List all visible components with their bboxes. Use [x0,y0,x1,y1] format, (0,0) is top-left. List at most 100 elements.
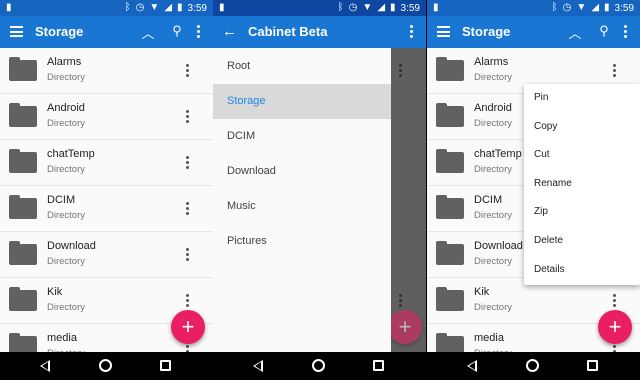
home-icon[interactable] [99,359,112,372]
folder-icon [436,241,464,265]
status-bar: ▮ ᛒ ◷ ▼ ◢ ▮ 3:59 [0,0,213,16]
nav-bar [213,352,426,380]
home-icon[interactable] [526,359,539,372]
item-name: Android [47,102,85,114]
item-name: media [47,332,77,344]
app-bar: Storage ︿ ⚲ [0,16,213,48]
home-icon[interactable] [312,359,325,372]
menu-item-pin[interactable]: Pin [524,84,640,113]
folder-icon [9,103,37,127]
item-type: Directory [474,164,513,175]
bluetooth-icon: ᛒ [551,2,558,13]
sim-icon: ▮ [219,2,225,13]
overflow-menu-icon[interactable] [196,25,200,40]
bluetooth-icon: ᛒ [337,2,344,13]
menu-item-copy[interactable]: Copy [524,113,640,142]
list-item[interactable]: Download Directory [0,232,213,278]
item-name: Kik [474,286,490,298]
wifi-icon: ▼ [576,2,587,13]
item-type: Directory [474,256,513,267]
file-list: Alarms Directory Android Directory chatTemp D… [0,48,213,352]
back-icon[interactable] [253,360,263,372]
item-type: Directory [47,302,86,313]
add-fab-button[interactable]: + [171,310,205,344]
chevron-up-icon[interactable]: ︿ [567,23,583,42]
menu-item-zip[interactable]: Zip [524,198,640,227]
list-item[interactable]: Alarms Directory [0,48,213,94]
recents-icon[interactable] [160,360,171,371]
folder-icon [436,103,464,127]
status-time: 3:59 [400,2,420,14]
item-menu-icon[interactable] [185,64,189,79]
item-menu-icon[interactable] [185,110,189,125]
back-arrow-icon[interactable]: ← [222,24,237,39]
drawer-item-root[interactable]: Root [213,49,391,84]
menu-item-cut[interactable]: Cut [524,141,640,170]
item-name: Alarms [474,56,509,68]
item-name: DCIM [47,194,76,206]
item-type: Directory [474,210,513,221]
folder-icon [9,241,37,265]
item-type: Directory [47,256,86,267]
signal-icon: ◢ [377,2,386,13]
signal-icon: ◢ [591,2,600,13]
status-bar: ▮ ᛒ ◷ ▼ ◢ ▮ 3:59 [213,0,426,16]
recents-icon[interactable] [373,360,384,371]
search-icon[interactable]: ⚲ [169,23,185,39]
page-title: Storage [462,24,511,39]
item-type: Directory [474,118,513,129]
status-time: 3:59 [614,2,634,14]
row-menu-icon [398,64,402,79]
page-title: Storage [35,24,84,39]
item-menu-icon[interactable] [612,64,616,79]
alarm-icon: ◷ [562,2,572,13]
menu-item-rename[interactable]: Rename [524,170,640,199]
wifi-icon: ▼ [362,2,373,13]
status-bar: ▮ ᛒ ◷ ▼ ◢ ▮ 3:59 [427,0,640,16]
list-item[interactable]: Android Directory [0,94,213,140]
search-icon[interactable]: ⚲ [596,23,612,39]
battery-icon: ▮ [390,2,396,13]
item-name: media [474,332,504,344]
drawer-item-storage[interactable]: Storage [213,84,391,119]
context-menu: Pin Copy Cut Rename Zip Delete Details [524,84,640,285]
recents-icon[interactable] [587,360,598,371]
chevron-up-icon[interactable]: ︿ [140,23,156,42]
sim-icon: ▮ [6,2,12,13]
menu-icon[interactable] [437,26,450,37]
battery-icon: ▮ [604,2,610,13]
item-name: chatTemp [47,148,95,160]
list-item[interactable]: DCIM Directory [0,186,213,232]
row-menu-icon [398,294,402,309]
back-icon[interactable] [467,360,477,372]
folder-icon [436,195,464,219]
item-type: Directory [474,302,513,313]
menu-item-delete[interactable]: Delete [524,227,640,256]
menu-icon[interactable] [10,26,23,37]
add-fab-button: + [388,310,422,344]
item-name: Download [474,240,523,252]
folder-icon [436,57,464,81]
context-menu-screen: ▮ ᛒ ◷ ▼ ◢ ▮ 3:59 Storage ︿ ⚲ Alarms Direc… [427,0,640,380]
add-fab-button[interactable]: + [598,310,632,344]
item-menu-icon[interactable] [185,294,189,309]
status-time: 3:59 [187,2,207,14]
item-type: Directory [47,72,86,83]
overflow-menu-icon[interactable] [623,25,627,40]
item-menu-icon[interactable] [185,248,189,263]
drawer-item-music[interactable]: Music [213,189,391,224]
item-menu-icon[interactable] [185,202,189,217]
folder-icon [9,195,37,219]
drawer-item-pictures[interactable]: Pictures [213,224,391,259]
item-menu-icon[interactable] [185,156,189,171]
item-menu-icon[interactable] [612,294,616,309]
bluetooth-icon: ᛒ [124,2,131,13]
drawer-item-download[interactable]: Download [213,154,391,189]
drawer-item-dcim[interactable]: DCIM [213,119,391,154]
menu-item-details[interactable]: Details [524,256,640,285]
list-item[interactable]: chatTemp Directory [0,140,213,186]
item-name: Alarms [47,56,82,68]
battery-icon: ▮ [177,2,183,13]
overflow-menu-icon[interactable] [409,25,413,40]
back-icon[interactable] [40,360,50,372]
